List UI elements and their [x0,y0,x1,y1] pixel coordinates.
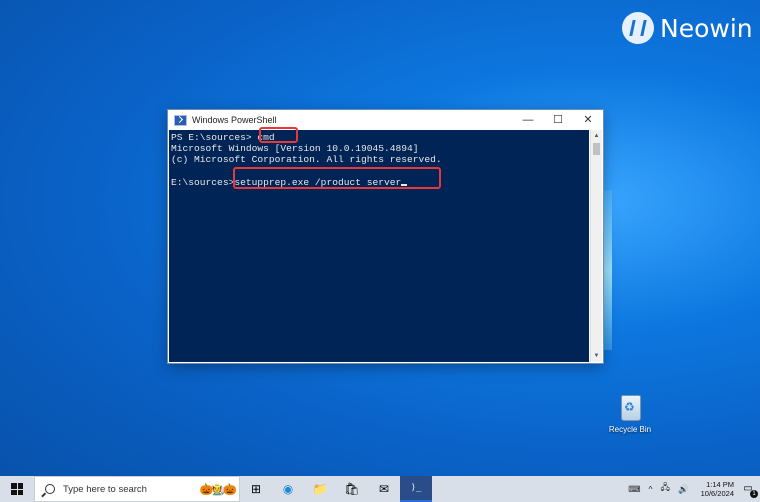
system-tray: ⌨ ^ 🖧 🔊 1:14 PM 10/6/2024 ▭ 1 [624,476,760,502]
notification-center-icon[interactable]: ▭ 1 [740,481,758,498]
neowin-logo-text: Neowin [660,13,753,43]
console-line: Microsoft Windows [Version 10.0.19045.48… [171,143,419,155]
start-button[interactable] [0,476,34,502]
maximize-button[interactable]: ☐ [543,110,573,130]
network-icon[interactable]: 🖧 [661,482,670,496]
console-output[interactable]: PS E:\sources> cmd Microsoft Windows [Ve… [169,130,589,362]
close-button[interactable]: ✕ [573,110,603,130]
highlight-box-setupprep [233,167,441,189]
title-bar[interactable]: Windows PowerShell — ☐ ✕ [168,110,603,130]
search-icon [45,484,55,494]
file-explorer-icon[interactable]: 📁 [304,476,336,502]
scroll-down-icon[interactable]: ▼ [591,350,602,362]
clock-date: 10/6/2024 [700,489,734,498]
clock[interactable]: 1:14 PM 10/6/2024 [701,480,734,498]
store-icon[interactable]: 🛍 [336,476,368,502]
highlight-box-cmd [259,127,298,143]
clock-time: 1:14 PM [706,480,734,489]
powershell-taskbar-icon[interactable]: ⟩_ [400,476,432,502]
neowin-logo-icon [622,12,654,44]
chevron-up-icon[interactable]: ^ [649,484,653,494]
minimize-button[interactable]: — [513,110,543,130]
scroll-thumb[interactable] [593,143,600,155]
window-title: Windows PowerShell [192,115,277,125]
volume-icon[interactable]: 🔊 [678,484,689,495]
recycle-bin-shortcut[interactable]: Recycle Bin [605,393,655,434]
neowin-logo: Neowin [622,12,753,44]
console-line: PS E:\sources> cmd [171,132,275,143]
taskbar: Type here to search 🎃🧑‍🌾🎃 ⊞ ◉ 📁 🛍 ✉ ⟩_ ⌨… [0,476,760,502]
keyboard-icon[interactable]: ⌨ [628,484,640,495]
edge-icon[interactable]: ◉ [272,476,304,502]
windows-logo-icon [11,483,23,495]
scroll-up-icon[interactable]: ▲ [591,130,602,142]
console-line: (c) Microsoft Corporation. All rights re… [171,154,442,166]
recycle-bin-icon [618,393,642,421]
search-highlight-art: 🎃🧑‍🌾🎃 [199,483,237,496]
powershell-icon [174,114,187,126]
task-view-icon[interactable]: ⊞ [240,476,272,502]
powershell-window[interactable]: Windows PowerShell — ☐ ✕ PS E:\sources> … [168,110,603,363]
vertical-scrollbar[interactable]: ▲ ▼ [590,130,602,362]
recycle-bin-label: Recycle Bin [608,425,652,434]
search-placeholder: Type here to search [63,483,147,495]
desktop: { "brand": { "name": "Neowin" }, "window… [0,0,760,502]
search-box[interactable]: Type here to search 🎃🧑‍🌾🎃 [34,476,240,502]
notification-badge: 1 [750,490,758,498]
mail-icon[interactable]: ✉ [368,476,400,502]
